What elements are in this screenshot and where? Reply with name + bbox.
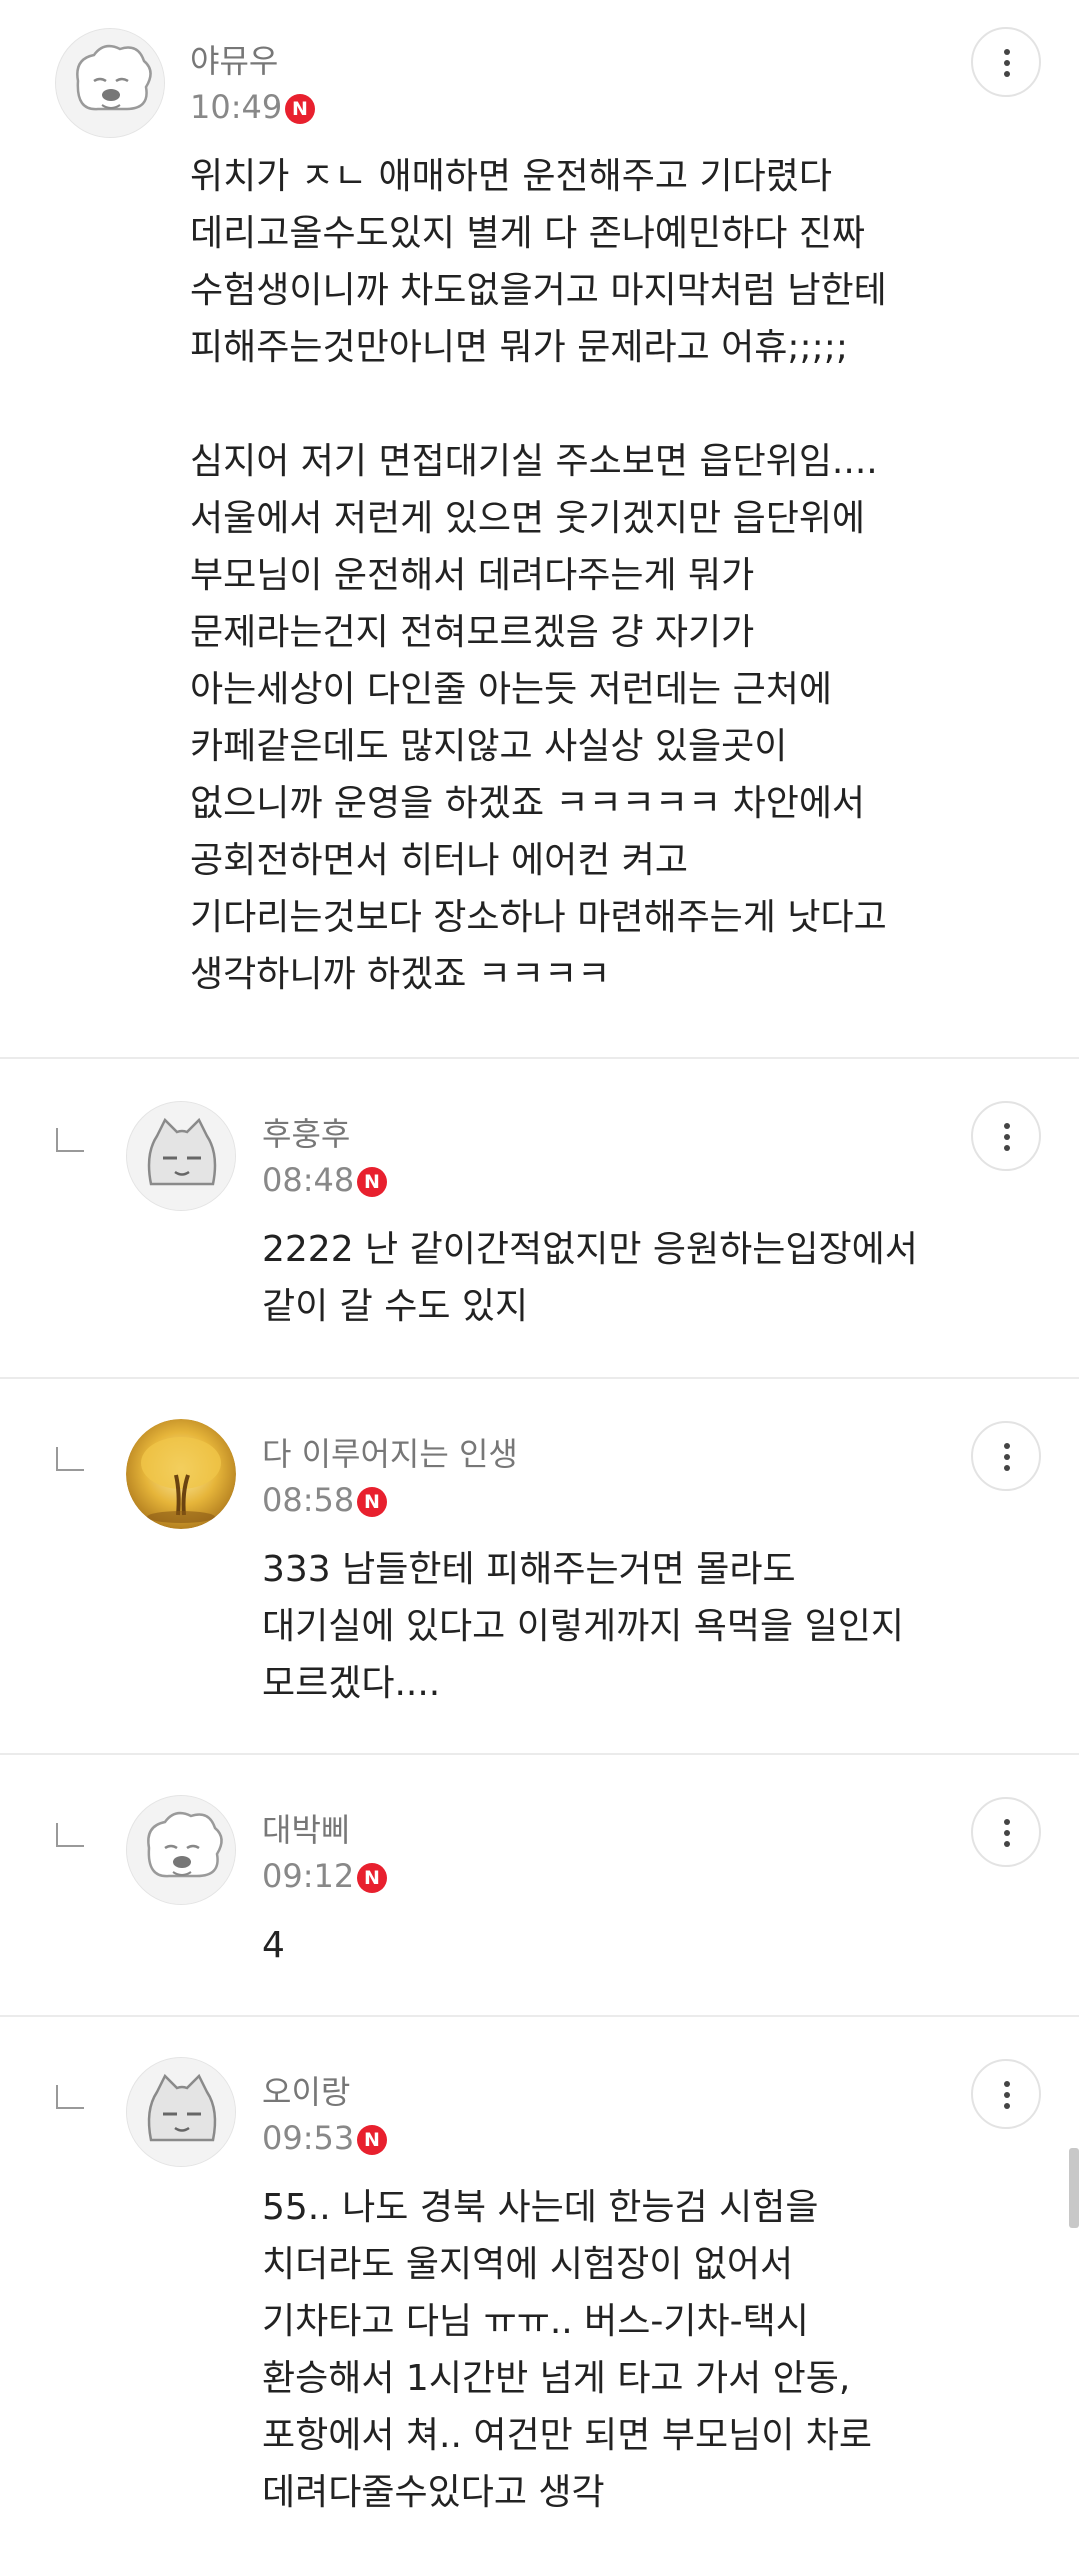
dog-face-icon — [127, 1796, 235, 1904]
comment-time: 10:49 — [190, 88, 283, 126]
comment-author[interactable]: 오이랑 — [262, 2067, 350, 2113]
more-options-button[interactable] — [971, 27, 1041, 97]
cat-face-icon — [127, 2058, 235, 2166]
more-options-button[interactable] — [971, 1421, 1041, 1491]
comment: 야뮤우 10:49 N 위치가 ㅈㄴ 애매하면 운전해주고 기다렸다 데리고올수… — [0, 0, 1079, 1057]
reply-comment: 대박삐 09:12 N 4 — [0, 1755, 1079, 2015]
new-badge: N — [357, 1487, 387, 1517]
reply-arrow-icon — [56, 1128, 84, 1152]
new-badge: N — [357, 1863, 387, 1893]
avatar[interactable] — [126, 1795, 236, 1905]
comment-text: 2222 난 같이간적없지만 응원하는입장에서 같이 갈 수도 있지 — [262, 1229, 918, 1327]
cat-face-icon — [127, 1102, 235, 1210]
comment-text: 4 — [262, 1925, 285, 1966]
comment-author[interactable]: 다 이루어지는 인생 — [262, 1429, 518, 1475]
reply-comment: 다 이루어지는 인생 08:58 N 333 남들한테 피해주는거면 몰라도 대… — [0, 1379, 1079, 1753]
golden-tree-icon — [126, 1419, 236, 1529]
reply-arrow-icon — [56, 1823, 84, 1847]
dog-face-icon — [56, 29, 164, 137]
avatar[interactable] — [126, 2057, 236, 2167]
avatar[interactable] — [55, 28, 165, 138]
new-badge: N — [357, 2125, 387, 2155]
comment-text: 위치가 ㅈㄴ 애매하면 운전해주고 기다렸다 데리고올수도있지 별게 다 존나예… — [190, 156, 887, 995]
comment-time: 09:12 — [262, 1857, 355, 1895]
avatar[interactable] — [126, 1101, 236, 1211]
reply-arrow-icon — [56, 1447, 84, 1471]
reply-comment: 오이랑 09:53 N 55.. 나도 경북 사는데 한능검 시험을 치더라도 … — [0, 2017, 1079, 2554]
new-badge: N — [357, 1167, 387, 1197]
more-options-button[interactable] — [971, 1797, 1041, 1867]
reply-comment: 후훙후 08:48 N 2222 난 같이간적없지만 응원하는입장에서 같이 갈… — [0, 1059, 1079, 1377]
more-options-button[interactable] — [971, 1101, 1041, 1171]
comment-time: 08:48 — [262, 1161, 355, 1199]
comment-text: 333 남들한테 피해주는거면 몰라도 대기실에 있다고 이렇게까지 욕먹을 일… — [262, 1549, 904, 1704]
more-options-button[interactable] — [971, 2059, 1041, 2129]
comment-time: 08:58 — [262, 1481, 355, 1519]
comment-time: 09:53 — [262, 2119, 355, 2157]
reply-arrow-icon — [56, 2085, 84, 2109]
new-badge: N — [285, 94, 315, 124]
avatar[interactable] — [126, 1419, 236, 1529]
comment-author[interactable]: 야뮤우 — [190, 36, 278, 82]
scrollbar[interactable] — [1069, 2148, 1079, 2228]
comment-author[interactable]: 후훙후 — [262, 1109, 350, 1155]
comment-text: 55.. 나도 경북 사는데 한능검 시험을 치더라도 울지역에 시험장이 없어… — [262, 2187, 873, 2513]
comment-author[interactable]: 대박삐 — [262, 1805, 350, 1851]
